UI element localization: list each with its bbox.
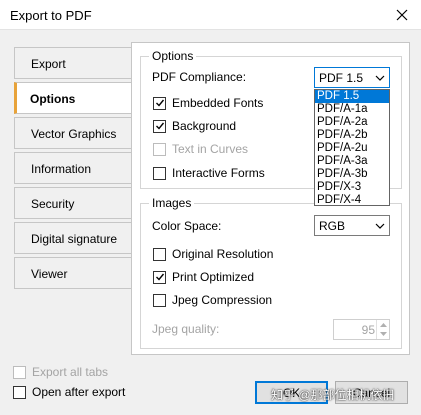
color-space-select[interactable]: RGB <box>314 215 390 236</box>
tab-label: Information <box>31 162 92 176</box>
chevron-down-icon <box>375 75 385 81</box>
jpeg-compression-checkbox[interactable]: Jpeg Compression <box>153 293 272 307</box>
pdf-compliance-value: PDF 1.5 <box>319 71 364 85</box>
original-resolution-checkbox[interactable]: Original Resolution <box>153 247 273 261</box>
dropdown-option[interactable]: PDF/X-4 <box>315 194 389 207</box>
tab-security[interactable]: Security <box>14 187 132 219</box>
background-checkbox[interactable]: Background <box>153 119 236 133</box>
checkmark-icon <box>155 273 164 281</box>
dropdown-option[interactable]: PDF/A-3b <box>315 168 389 181</box>
tab-label: Security <box>31 197 75 211</box>
jpeg-quality-spinner[interactable]: 95 <box>333 319 390 340</box>
embedded-fonts-checkbox[interactable]: Embedded Fonts <box>153 96 263 110</box>
print-optimized-label: Print Optimized <box>172 270 255 284</box>
tab-vector-graphics[interactable]: Vector Graphics <box>14 117 132 149</box>
dropdown-option[interactable]: PDF/A-2b <box>315 129 389 142</box>
color-space-label: Color Space: <box>152 219 222 233</box>
checkmark-icon <box>155 99 164 107</box>
spin-down-icon[interactable] <box>379 332 387 337</box>
title-bar: Export to PDF <box>0 0 421 30</box>
text-in-curves-checkbox[interactable]: Text in Curves <box>153 142 248 156</box>
original-resolution-label: Original Resolution <box>172 247 274 261</box>
pdf-compliance-dropdown: PDF 1.5 PDF/A-1a PDF/A-2a PDF/A-2b PDF/A-2u P… <box>314 89 390 206</box>
interactive-forms-label: Interactive Forms <box>172 166 265 180</box>
tab-information[interactable]: Information <box>14 152 132 184</box>
dropdown-option[interactable]: PDF/A-1a <box>315 103 389 116</box>
interactive-forms-checkbox[interactable]: Interactive Forms <box>153 166 265 180</box>
color-space-value: RGB <box>319 219 346 233</box>
tab-digital-signature[interactable]: Digital signature <box>14 222 132 254</box>
jpeg-quality-label: Jpeg quality: <box>152 322 220 336</box>
tab-label: Vector Graphics <box>31 127 117 141</box>
tab-label: Digital signature <box>31 232 118 246</box>
window-title: Export to PDF <box>10 8 92 23</box>
open-after-export-label: Open after export <box>32 385 126 399</box>
pdf-compliance-label: PDF Compliance: <box>152 70 247 84</box>
dropdown-option[interactable]: PDF/A-2u <box>315 142 389 155</box>
dropdown-option[interactable]: PDF/A-2a <box>315 116 389 129</box>
tab-label: Options <box>30 92 76 106</box>
tab-label: Viewer <box>31 267 68 281</box>
tab-options[interactable]: Options <box>14 82 134 114</box>
export-all-tabs-checkbox[interactable]: Export all tabs <box>13 365 108 379</box>
checkmark-icon <box>155 122 164 130</box>
tab-label: Export <box>31 57 66 71</box>
jpeg-compression-label: Jpeg Compression <box>172 293 273 307</box>
open-after-export-checkbox[interactable]: Open after export <box>13 385 125 399</box>
text-in-curves-label: Text in Curves <box>172 142 249 156</box>
dropdown-option[interactable]: PDF 1.5 <box>315 90 389 103</box>
spin-up-icon[interactable] <box>379 322 387 327</box>
dropdown-option[interactable]: PDF/X-3 <box>315 181 389 194</box>
close-icon <box>396 9 408 21</box>
options-group-title: Options <box>149 49 197 63</box>
images-group-title: Images <box>149 196 195 210</box>
print-optimized-checkbox[interactable]: Print Optimized <box>153 270 254 284</box>
embedded-fonts-label: Embedded Fonts <box>172 96 264 110</box>
jpeg-quality-value: 95 <box>361 323 375 337</box>
dropdown-option[interactable]: PDF/A-3a <box>315 155 389 168</box>
tab-viewer[interactable]: Viewer <box>14 257 132 289</box>
chevron-down-icon <box>375 223 385 229</box>
tab-export[interactable]: Export <box>14 47 132 79</box>
watermark-text: 知乎 @那部位相机依旧 <box>271 388 395 402</box>
pdf-compliance-select[interactable]: PDF 1.5 <box>314 67 390 88</box>
export-all-tabs-label: Export all tabs <box>32 365 109 379</box>
background-label: Background <box>172 119 237 133</box>
close-button[interactable] <box>391 4 413 26</box>
